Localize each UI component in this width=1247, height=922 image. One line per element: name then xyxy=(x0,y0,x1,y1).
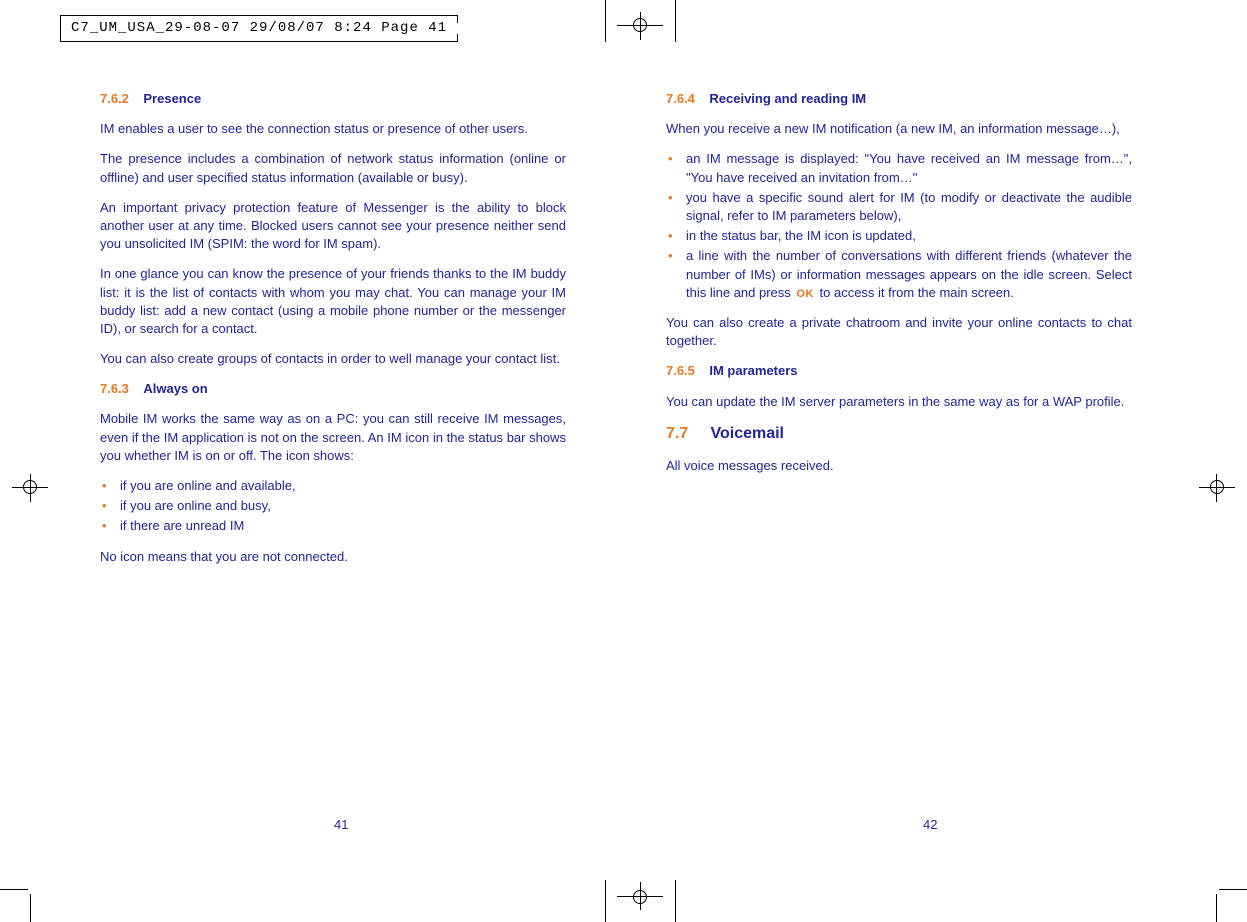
section-title: Always on xyxy=(143,381,207,396)
section-number: 7.6.5 xyxy=(666,363,695,378)
section-7-6-4-heading: 7.6.4 Receiving and reading IM xyxy=(666,90,1132,108)
list-item: you have a specific sound alert for IM (… xyxy=(666,189,1132,225)
body-text: You can also create a private chatroom a… xyxy=(666,314,1132,350)
page-left: 7.6.2 Presence IM enables a user to see … xyxy=(100,90,566,578)
printers-slug: C7_UM_USA_29-08-07 29/08/07 8:24 Page 41 xyxy=(60,15,457,42)
crop-mark-bottom-right xyxy=(1187,862,1247,922)
section-title: Voicemail xyxy=(710,425,784,442)
list-item: in the status bar, the IM icon is update… xyxy=(666,227,1132,245)
section-title: Presence xyxy=(143,91,201,106)
list-item: a line with the number of conversations … xyxy=(666,247,1132,302)
section-title: IM parameters xyxy=(709,363,797,378)
crop-mark-bottom-left xyxy=(0,862,60,922)
body-text: All voice messages received. xyxy=(666,457,1132,475)
bullet-list: if you are online and available, if you … xyxy=(100,477,566,536)
register-mark-bottom xyxy=(580,862,700,922)
register-mark-right xyxy=(1177,470,1247,510)
body-text: An important privacy protection feature … xyxy=(100,199,566,254)
section-7-7-heading: 7.7 Voicemail xyxy=(666,423,1132,445)
list-item: an IM message is displayed: "You have re… xyxy=(666,150,1132,186)
list-item: if you are online and available, xyxy=(100,477,566,495)
body-text: When you receive a new IM notification (… xyxy=(666,120,1132,138)
bullet-list: an IM message is displayed: "You have re… xyxy=(666,150,1132,302)
section-number: 7.6.4 xyxy=(666,91,695,106)
list-item: if you are online and busy, xyxy=(100,497,566,515)
section-7-6-5-heading: 7.6.5 IM parameters xyxy=(666,362,1132,380)
body-text: IM enables a user to see the connection … xyxy=(100,120,566,138)
page-number-left: 41 xyxy=(334,817,348,832)
body-text: You can also create groups of contacts i… xyxy=(100,350,566,368)
section-7-6-3-heading: 7.6.3 Always on xyxy=(100,380,566,398)
section-number: 7.6.2 xyxy=(100,91,129,106)
page-right: 7.6.4 Receiving and reading IM When you … xyxy=(666,90,1132,578)
body-text: In one glance you can know the presence … xyxy=(100,265,566,338)
register-mark-top xyxy=(580,0,700,60)
body-text: Mobile IM works the same way as on a PC:… xyxy=(100,410,566,465)
body-text: The presence includes a combination of n… xyxy=(100,150,566,186)
list-item: if there are unread IM xyxy=(100,517,566,535)
section-number: 7.7 xyxy=(666,425,688,442)
body-text: You can update the IM server parameters … xyxy=(666,393,1132,411)
section-7-6-2-heading: 7.6.2 Presence xyxy=(100,90,566,108)
list-item-text: to access it from the main screen. xyxy=(816,285,1014,300)
body-text: No icon means that you are not connected… xyxy=(100,548,566,566)
page-number-right: 42 xyxy=(923,817,937,832)
section-title: Receiving and reading IM xyxy=(709,91,866,106)
section-number: 7.6.3 xyxy=(100,381,129,396)
register-mark-left xyxy=(0,470,70,510)
ok-icon: OK xyxy=(794,287,816,302)
